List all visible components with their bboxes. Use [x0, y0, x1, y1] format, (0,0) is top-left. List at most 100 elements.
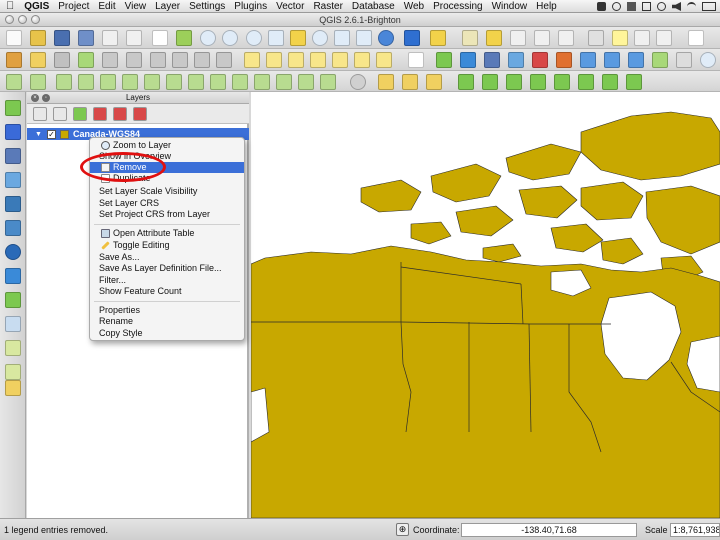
split-features-icon[interactable] [254, 74, 270, 90]
rotate-label-icon[interactable] [354, 52, 370, 68]
add-wfs-layer-icon[interactable] [628, 52, 644, 68]
delete-selected-icon[interactable] [150, 52, 166, 68]
fill-ring-icon[interactable] [144, 74, 160, 90]
new-shapefile-side-icon[interactable] [5, 340, 21, 356]
layer-labeling-icon[interactable] [266, 52, 282, 68]
current-edits-icon[interactable] [6, 52, 22, 68]
plugin-5-icon[interactable] [530, 74, 546, 90]
menu-save-as[interactable]: Save As... [90, 252, 244, 263]
menu-raster[interactable]: Raster [313, 0, 342, 13]
measure-icon[interactable] [588, 30, 604, 46]
select-by-expression-icon[interactable] [462, 30, 478, 46]
add-group-icon[interactable] [53, 107, 67, 121]
menu-set-project-crs[interactable]: Set Project CRS from Layer [90, 209, 244, 220]
save-project-icon[interactable] [54, 30, 70, 46]
add-wfs-side-icon[interactable] [5, 292, 21, 308]
menu-set-layer-scale-visibility[interactable]: Set Layer Scale Visibility [90, 186, 244, 197]
menu-help[interactable]: Help [536, 0, 557, 13]
cut-features-icon[interactable] [172, 52, 188, 68]
move-label-icon[interactable] [332, 52, 348, 68]
menu-show-feature-count[interactable]: Show Feature Count [90, 286, 244, 297]
map-tips-icon[interactable] [612, 30, 628, 46]
add-part-icon[interactable] [122, 74, 138, 90]
copy-features-icon[interactable] [194, 52, 210, 68]
toggle-extents-icon[interactable]: ⊕ [396, 523, 409, 536]
pan-to-selection-icon[interactable] [176, 30, 192, 46]
menu-open-attribute-table[interactable]: Open Attribute Table [90, 228, 244, 239]
new-spatialite-side-icon[interactable] [5, 364, 21, 380]
zoom-full-icon[interactable] [268, 30, 284, 46]
field-calculator-icon[interactable] [510, 30, 526, 46]
volume-icon[interactable] [672, 2, 681, 11]
zoom-next-icon[interactable] [356, 30, 372, 46]
add-wcs-layer-icon[interactable] [604, 52, 620, 68]
time-machine-icon[interactable] [657, 2, 666, 11]
menu-duplicate[interactable]: Duplicate [90, 173, 244, 184]
zoom-to-selection-icon[interactable] [290, 30, 306, 46]
menu-view[interactable]: View [125, 0, 147, 13]
composer-manager-icon[interactable] [126, 30, 142, 46]
merge-attributes-icon[interactable] [320, 74, 336, 90]
rotate-point-symbols-icon[interactable] [350, 74, 366, 90]
pan-hand-icon[interactable] [152, 30, 168, 46]
select-features-icon[interactable] [430, 30, 446, 46]
add-delimited-text-side-icon[interactable] [5, 316, 21, 332]
menu-web[interactable]: Web [404, 0, 424, 13]
manage-visibility-icon[interactable] [33, 107, 47, 121]
add-mssql-layer-icon[interactable] [532, 52, 548, 68]
add-csv-layer-icon[interactable] [408, 52, 424, 68]
plugin-2-icon[interactable] [426, 74, 442, 90]
new-bookmark-icon[interactable] [634, 30, 650, 46]
plugin-3-icon[interactable] [482, 74, 498, 90]
menu-set-layer-crs[interactable]: Set Layer CRS [90, 198, 244, 209]
text-annotation-icon[interactable] [688, 30, 704, 46]
wifi-icon[interactable] [687, 2, 696, 11]
add-oracle-side-icon[interactable] [5, 220, 21, 236]
menu-filter[interactable]: Filter... [90, 275, 244, 286]
menu-edit[interactable]: Edit [98, 0, 115, 13]
node-tool-icon[interactable] [126, 52, 142, 68]
add-postgis-side-icon[interactable] [5, 148, 21, 164]
menu-save-as-layer-definition[interactable]: Save As Layer Definition File... [90, 263, 244, 274]
plugin-9-icon[interactable] [626, 74, 642, 90]
spatial-query-icon[interactable] [378, 74, 394, 90]
paste-features-icon[interactable] [216, 52, 232, 68]
apple-icon[interactable]:  [6, 0, 14, 13]
menu-plugins[interactable]: Plugins [234, 0, 267, 13]
change-label-icon[interactable] [376, 52, 392, 68]
menu-zoom-to-layer[interactable]: Zoom to Layer [90, 140, 244, 151]
expand-layer-icon[interactable]: ▼ [35, 131, 43, 138]
add-vector-layer-icon[interactable] [436, 52, 452, 68]
delete-part-icon[interactable] [188, 74, 204, 90]
save-edits-icon[interactable] [54, 52, 70, 68]
menu-database[interactable]: Database [352, 0, 395, 13]
zoom-last-icon[interactable] [334, 30, 350, 46]
refresh-icon[interactable] [378, 30, 394, 46]
zoom-to-layer-icon[interactable] [312, 30, 328, 46]
map-canvas[interactable] [251, 92, 720, 518]
plugin-6-icon[interactable] [554, 74, 570, 90]
bluetooth-icon[interactable] [642, 2, 651, 11]
add-mssql-side-icon[interactable] [5, 196, 21, 212]
show-hide-labels-icon[interactable] [310, 52, 326, 68]
open-project-icon[interactable] [30, 30, 46, 46]
plugin-8-icon[interactable] [602, 74, 618, 90]
menu-project[interactable]: Project [58, 0, 89, 13]
pin-labels-icon[interactable] [288, 52, 304, 68]
gps-tools-icon[interactable] [458, 74, 474, 90]
reshape-features-icon[interactable] [210, 74, 226, 90]
rotate-feature-icon[interactable] [56, 74, 72, 90]
add-raster-layer-side-icon[interactable] [5, 124, 21, 140]
tray-icon-3[interactable] [627, 2, 636, 11]
new-gpx-side-icon[interactable] [5, 380, 21, 396]
collapse-all-icon[interactable] [113, 107, 127, 121]
show-bookmarks-icon[interactable] [656, 30, 672, 46]
undo-icon[interactable] [6, 74, 22, 90]
plugin-1-icon[interactable] [402, 74, 418, 90]
plugin-4-icon[interactable] [506, 74, 522, 90]
scale-field[interactable]: 1:8,761,938 [670, 523, 720, 537]
remove-layer-toolbar-icon[interactable] [133, 107, 147, 121]
deselect-all-icon[interactable] [486, 30, 502, 46]
menu-toggle-editing[interactable]: Toggle Editing [90, 240, 244, 251]
grid-icon[interactable] [676, 52, 692, 68]
